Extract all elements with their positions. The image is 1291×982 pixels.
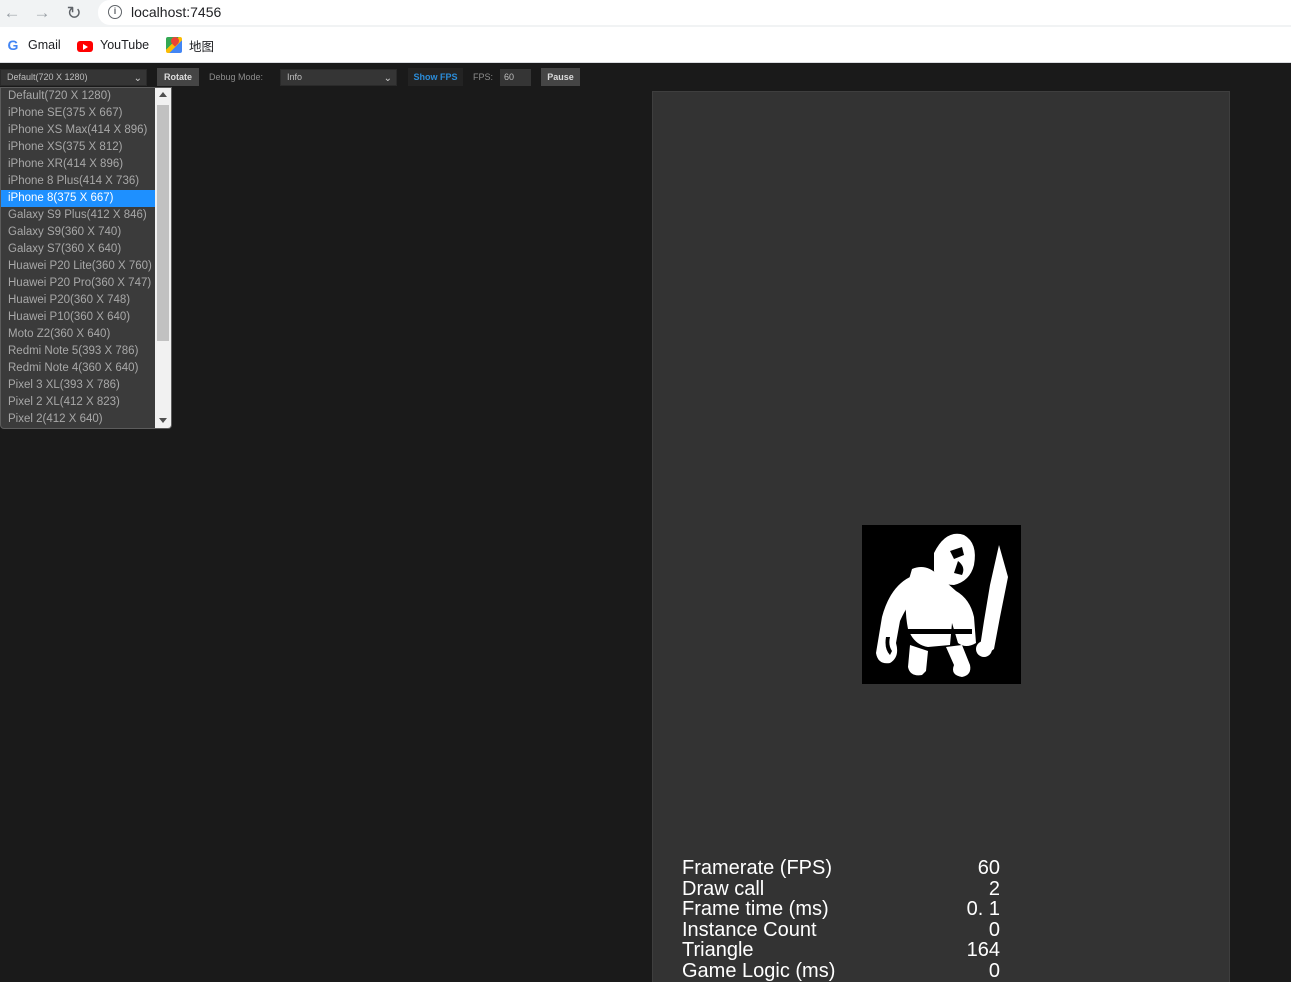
stat-label: Framerate (FPS) (682, 857, 833, 879)
dropdown-option[interactable]: Galaxy S9(360 X 740) (1, 224, 155, 241)
bookmark-label: Gmail (28, 38, 61, 52)
reload-icon[interactable]: ↻ (64, 3, 84, 23)
dropdown-option[interactable]: iPhone XS(375 X 812) (1, 139, 155, 156)
stat-value: 0 (988, 959, 1000, 982)
dropdown-option[interactable]: iPhone 8(375 X 667) (1, 190, 155, 207)
bookmark-maps[interactable]: 地图 (166, 37, 215, 54)
stat-row: Draw call 2 (682, 877, 1000, 900)
chevron-down-icon: ⌄ (133, 73, 142, 84)
dropdown-option[interactable]: Huawei P10(360 X 640) (1, 309, 155, 326)
character-sprite (862, 525, 1021, 684)
bookmark-label: 地图 (189, 39, 215, 54)
dropdown-option[interactable]: Huawei P20(360 X 748) (1, 292, 155, 309)
debug-mode-value: Info (287, 72, 303, 82)
stat-value: 2 (988, 877, 1000, 900)
dropdown-option[interactable]: iPhone XR(414 X 896) (1, 156, 155, 173)
bookmark-youtube[interactable]: YouTube (77, 37, 149, 53)
stat-row: Triangle 164 (682, 940, 1000, 961)
stat-label: Draw call (682, 877, 765, 900)
forward-arrow-icon[interactable]: → (32, 3, 52, 23)
back-arrow-icon[interactable]: ← (2, 3, 22, 23)
stat-value: 0 (988, 918, 1000, 941)
browser-address-bar: ← → ↻ i localhost:7456 (0, 0, 1291, 27)
chevron-down-icon: ⌄ (383, 73, 392, 84)
dropdown-option[interactable]: Default(720 X 1280) (1, 88, 155, 105)
scrollbar-thumb[interactable] (157, 105, 169, 341)
stat-label: Instance Count (682, 918, 817, 941)
info-icon[interactable]: i (108, 5, 122, 19)
maps-icon (166, 37, 182, 53)
stat-value: 164 (966, 939, 1000, 961)
dropdown-option[interactable]: iPhone XS Max(414 X 896) (1, 122, 155, 139)
stat-row: Frame time (ms) 0. 1 (682, 899, 1000, 920)
stat-label: Frame time (ms) (682, 898, 829, 920)
dropdown-option[interactable]: Pixel 3 XL(393 X 786) (1, 377, 155, 394)
show-fps-button[interactable]: Show FPS (408, 68, 463, 86)
dropdown-option[interactable]: Galaxy S7(360 X 640) (1, 241, 155, 258)
preview-toolbar: Default(720 X 1280) ⌄ Rotate Debug Mode:… (0, 63, 1291, 91)
debug-mode-select[interactable]: Info ⌄ (280, 69, 397, 86)
rotate-button[interactable]: Rotate (157, 68, 199, 86)
stat-row: Game Logic (ms) 0 (682, 959, 1000, 982)
scroll-up-icon[interactable] (159, 92, 167, 97)
stat-row: Instance Count 0 (682, 918, 1000, 941)
omnibox[interactable]: i localhost:7456 (98, 0, 1291, 25)
dropdown-option[interactable]: Galaxy S9 Plus(412 X 846) (1, 207, 155, 224)
dropdown-option[interactable]: iPhone SE(375 X 667) (1, 105, 155, 122)
stat-label: Game Logic (ms) (682, 959, 836, 982)
stat-label: Triangle (682, 939, 754, 961)
scroll-down-icon[interactable] (159, 418, 167, 423)
stat-value: 0. 1 (966, 898, 1000, 920)
debug-mode-label: Debug Mode: (209, 72, 264, 82)
ogre-warrior-icon (876, 533, 1008, 677)
google-icon: G (7, 37, 19, 53)
pause-button[interactable]: Pause (541, 68, 580, 86)
dropdown-option[interactable]: Pixel 2 XL(412 X 823) (1, 394, 155, 411)
game-canvas[interactable]: Framerate (FPS) 60 Draw call 2 Frame time (m… (652, 91, 1230, 982)
dropdown-option[interactable]: Moto Z2(360 X 640) (1, 326, 155, 343)
stat-value: 60 (977, 857, 1000, 879)
device-select[interactable]: Default(720 X 1280) ⌄ (0, 69, 147, 86)
bookmark-label: YouTube (100, 38, 150, 52)
dropdown-scrollbar[interactable] (155, 88, 171, 428)
device-dropdown-list[interactable]: Default(720 X 1280) iPhone SE(375 X 667) i… (0, 87, 172, 429)
dropdown-option[interactable]: Redmi Note 5(393 X 786) (1, 343, 155, 360)
dropdown-option[interactable]: Pixel 2(412 X 640) (1, 411, 155, 428)
stat-row: Framerate (FPS) 60 (682, 858, 1000, 879)
youtube-icon (77, 40, 93, 52)
fps-input[interactable]: 60 (500, 69, 531, 86)
device-select-value: Default(720 X 1280) (7, 72, 88, 82)
dropdown-option[interactable]: Huawei P20 Pro(360 X 747) (1, 275, 155, 292)
bookmarks-bar: G Gmail YouTube 地图 (0, 27, 1291, 63)
fps-label: FPS: (473, 72, 494, 82)
fps-stats-panel: Framerate (FPS) 60 Draw call 2 Frame time (m… (682, 858, 1000, 981)
dropdown-option[interactable]: iPhone 8 Plus(414 X 736) (1, 173, 155, 190)
dropdown-option[interactable]: Redmi Note 4(360 X 640) (1, 360, 155, 377)
url-text[interactable]: localhost:7456 (131, 4, 221, 20)
bookmark-gmail[interactable]: G Gmail (5, 37, 61, 53)
dropdown-option[interactable]: Huawei P20 Lite(360 X 760) (1, 258, 155, 275)
